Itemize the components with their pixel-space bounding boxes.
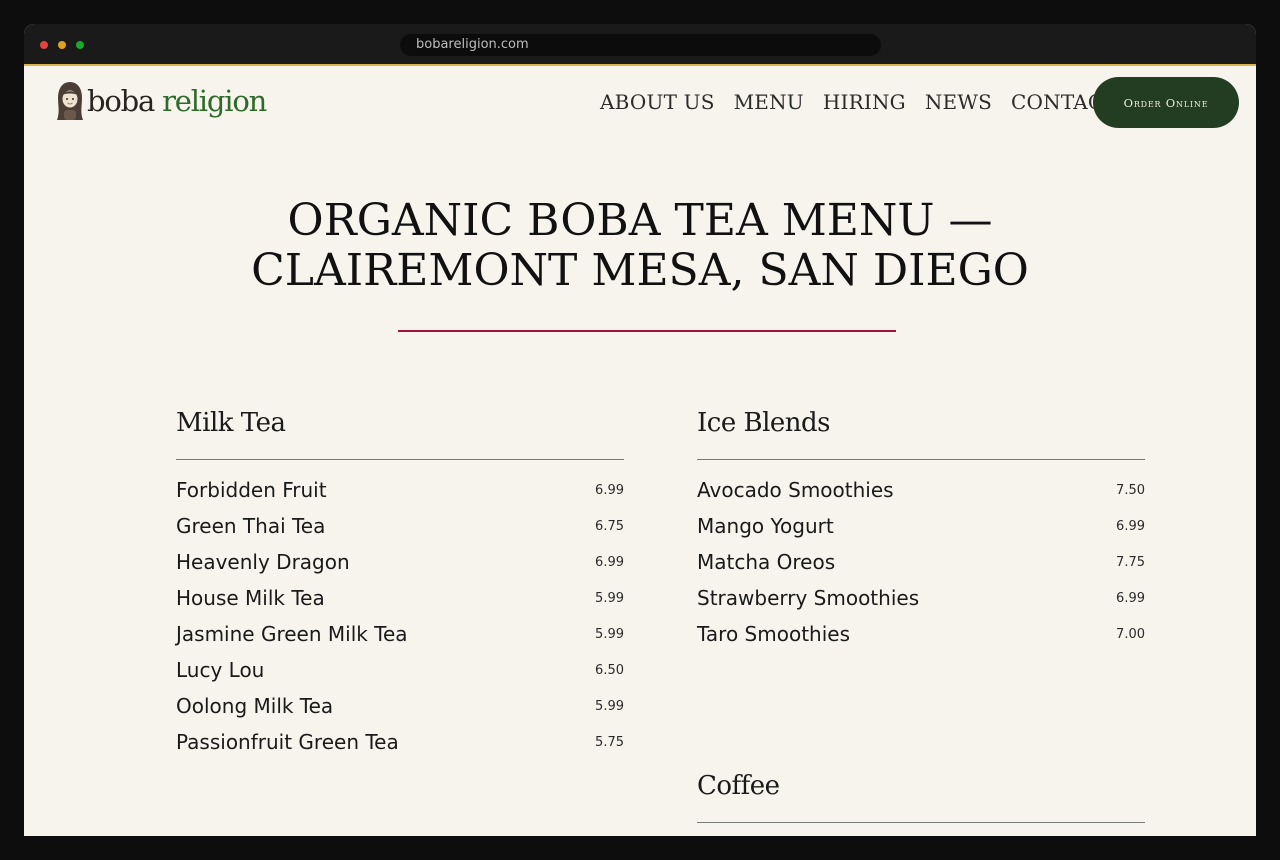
nav-news[interactable]: NEWS — [925, 87, 992, 117]
milk-tea-list: Forbidden Fruit 6.99 Green Thai Tea 6.75 H… — [176, 460, 624, 760]
section-divider — [697, 822, 1145, 823]
logo-wordmark: boba religion — [87, 81, 267, 121]
site-logo[interactable]: boba religion — [54, 80, 267, 122]
menu-item-price: 7.75 — [1116, 554, 1145, 570]
address-bar[interactable]: bobareligion.com — [400, 34, 881, 56]
menu-item-name: Avocado Smoothies — [697, 478, 894, 502]
site-header: boba religion ABOUT US MENU HIRING NEWS … — [24, 66, 1256, 144]
page-title-line1: Organic Boba Tea Menu — — [287, 195, 993, 246]
main-nav: ABOUT US MENU HIRING NEWS CONTACT — [600, 87, 1136, 117]
minimize-window-dot[interactable] — [58, 41, 66, 49]
logo-word-boba: boba — [87, 84, 155, 118]
menu-item-name: Jasmine Green Milk Tea — [176, 622, 408, 646]
nav-menu[interactable]: MENU — [734, 87, 804, 117]
menu-item-price: 7.00 — [1116, 626, 1145, 642]
section-heading-milk-tea: Milk Tea — [176, 408, 286, 438]
order-online-button[interactable]: Order Online — [1093, 77, 1239, 128]
menu-item-name: Taro Smoothies — [697, 622, 850, 646]
menu-item-name: Forbidden Fruit — [176, 478, 327, 502]
menu-item-price: 6.99 — [1116, 590, 1145, 606]
monk-logo-icon — [57, 82, 83, 120]
menu-section-ice-blends: Ice Blends Avocado Smoothies 7.50 Mango Y… — [697, 406, 1145, 652]
section-heading-coffee: Coffee — [697, 771, 780, 801]
menu-section-coffee: Coffee — [697, 769, 1145, 823]
menu-item-name: Lucy Lou — [176, 658, 265, 682]
section-heading-ice-blends: Ice Blends — [697, 408, 831, 438]
menu-item: Taro Smoothies 7.00 — [697, 604, 1145, 652]
nav-about-us[interactable]: ABOUT US — [600, 87, 715, 117]
browser-chrome: bobareligion.com — [24, 24, 1256, 66]
menu-section-milk-tea: Milk Tea Forbidden Fruit 6.99 Green Thai … — [176, 406, 624, 760]
menu-item-name: Mango Yogurt — [697, 514, 834, 538]
menu-item-price: 5.75 — [595, 734, 624, 750]
menu-item-name: Passionfruit Green Tea — [176, 730, 399, 754]
menu-item-price: 6.99 — [1116, 518, 1145, 534]
title-divider — [398, 330, 896, 332]
menu-item-price: 7.50 — [1116, 482, 1145, 498]
menu-item-price: 6.50 — [595, 662, 624, 678]
menu-item-name: Heavenly Dragon — [176, 550, 350, 574]
close-window-dot[interactable] — [40, 41, 48, 49]
nav-hiring[interactable]: HIRING — [823, 87, 906, 117]
menu-item-name: Oolong Milk Tea — [176, 694, 334, 718]
menu-item-price: 5.99 — [595, 698, 624, 714]
menu-item-price: 6.75 — [595, 518, 624, 534]
browser-window: bobareligion.com boba religion ABOUT US … — [24, 24, 1256, 836]
menu-item-name: Matcha Oreos — [697, 550, 836, 574]
menu-item: Passionfruit Green Tea 5.75 — [176, 712, 624, 760]
page-title-line2: Clairemont Mesa, San Diego — [251, 245, 1029, 296]
logo-word-religion: religion — [162, 84, 267, 118]
menu-item-price: 5.99 — [595, 590, 624, 606]
page-title: Organic Boba Tea Menu — Clairemont Mesa,… — [24, 196, 1256, 296]
menu-item-price: 6.99 — [595, 482, 624, 498]
menu-item-name: Green Thai Tea — [176, 514, 326, 538]
menu-item-price: 5.99 — [595, 626, 624, 642]
menu-item-price: 6.99 — [595, 554, 624, 570]
maximize-window-dot[interactable] — [76, 41, 84, 49]
ice-blends-list: Avocado Smoothies 7.50 Mango Yogurt 6.99 M… — [697, 460, 1145, 652]
menu-item-name: Strawberry Smoothies — [697, 586, 920, 610]
menu-item-name: House Milk Tea — [176, 586, 325, 610]
